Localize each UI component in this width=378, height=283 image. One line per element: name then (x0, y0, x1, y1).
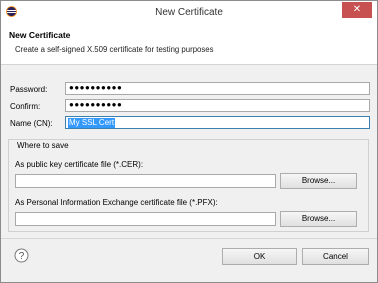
browse-cer-button[interactable]: Browse... (280, 173, 357, 189)
password-field[interactable]: ●●●●●●●●●● (65, 82, 370, 95)
cer-label: As public key certificate file (*.CER): (15, 160, 144, 169)
window-title: New Certificate (155, 7, 223, 18)
help-icon[interactable]: ? (14, 248, 29, 263)
ok-button[interactable]: OK (222, 248, 297, 265)
svg-text:?: ? (19, 251, 25, 262)
confirm-label: Confirm: (10, 102, 41, 111)
wizard-header: New Certificate Create a self-signed X.5… (1, 24, 377, 65)
password-value: ●●●●●●●●●● (69, 83, 123, 92)
name-cn-value: My SSL Cert (68, 118, 116, 128)
footer-divider (1, 238, 377, 239)
name-cn-label: Name (CN): (10, 119, 53, 128)
title-bar: New Certificate ✕ (1, 1, 377, 24)
confirm-value: ●●●●●●●●●● (69, 100, 123, 109)
eclipse-icon (6, 6, 17, 17)
cancel-button[interactable]: Cancel (302, 248, 369, 265)
browse-pfx-button[interactable]: Browse... (280, 211, 357, 227)
confirm-field[interactable]: ●●●●●●●●●● (65, 99, 370, 112)
header-title: New Certificate (9, 30, 71, 40)
where-to-save-title: Where to save (15, 141, 71, 150)
pfx-label: As Personal Information Exchange certifi… (15, 198, 218, 207)
header-description: Create a self-signed X.509 certificate f… (15, 45, 214, 54)
new-certificate-dialog: New Certificate ✕ New Certificate Create… (0, 0, 378, 283)
password-label: Password: (10, 85, 48, 94)
cer-path-field[interactable] (15, 174, 276, 188)
name-cn-field[interactable]: My SSL Cert (65, 116, 370, 129)
pfx-path-field[interactable] (15, 212, 276, 226)
close-button[interactable]: ✕ (342, 2, 372, 18)
